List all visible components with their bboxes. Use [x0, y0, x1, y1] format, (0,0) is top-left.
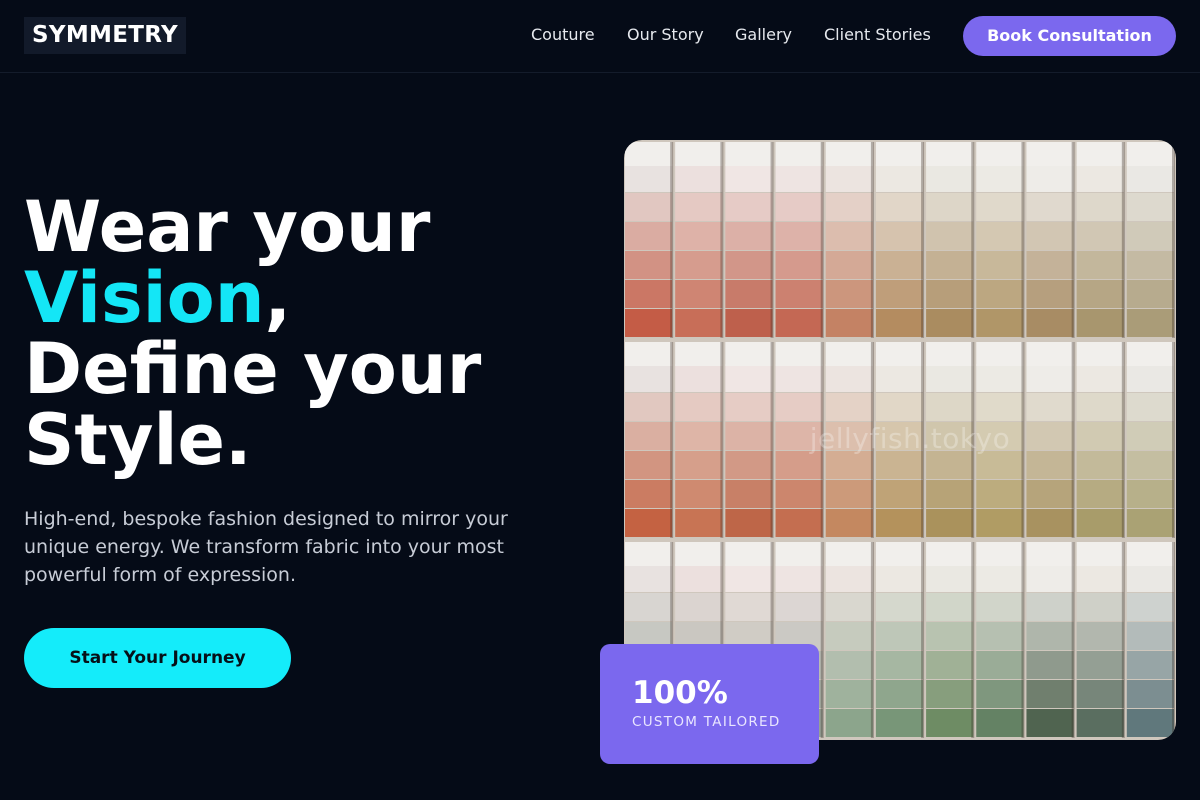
swatch-card	[976, 542, 1025, 738]
hero-title-line-3: Define your	[24, 328, 482, 410]
hero-title-line-4: Style.	[24, 399, 252, 481]
swatch-card	[1026, 542, 1075, 738]
hero-title: Wear your Vision, Define your Style.	[24, 192, 584, 476]
swatch-card	[1076, 142, 1125, 338]
swatch-card	[825, 142, 874, 338]
nav-link-our-story[interactable]: Our Story	[627, 24, 704, 46]
book-consultation-button[interactable]: Book Consultation	[963, 16, 1176, 56]
swatch-card	[1076, 542, 1125, 738]
start-journey-button[interactable]: Start Your Journey	[24, 628, 291, 688]
swatch-card	[725, 142, 774, 338]
hero-subtitle: High-end, bespoke fashion designed to mi…	[24, 508, 508, 586]
site-header: SYMMETRY Couture Our Story Gallery Clien…	[0, 0, 1200, 73]
swatch-card	[1126, 142, 1175, 338]
stat-label: CUSTOM TAILORED	[632, 714, 781, 730]
swatch-card	[875, 142, 925, 338]
swatch-card	[875, 542, 925, 738]
swatch-card	[1026, 142, 1075, 338]
nav-link-gallery[interactable]: Gallery	[735, 24, 792, 46]
swatch-card	[976, 142, 1025, 338]
swatch-card	[625, 142, 674, 338]
stat-card: 100% CUSTOM TAILORED	[600, 644, 819, 764]
hero-title-accent: Vision	[24, 257, 265, 339]
nav-link-client-stories[interactable]: Client Stories	[824, 24, 931, 46]
image-watermark: jellyfish.tokyo	[809, 422, 1011, 455]
brand-logo[interactable]: SYMMETRY	[24, 17, 186, 54]
swatch-card	[1126, 542, 1175, 738]
hero-title-line-1: Wear your	[24, 186, 431, 268]
swatch-card	[675, 142, 724, 338]
hero-title-comma: ,	[264, 257, 292, 339]
swatch-card	[775, 142, 824, 338]
nav-link-couture[interactable]: Couture	[531, 24, 595, 46]
swatch-card	[926, 542, 975, 738]
swatch-card	[825, 542, 874, 738]
swatch-card	[926, 142, 975, 338]
stat-value: 100%	[632, 675, 728, 711]
